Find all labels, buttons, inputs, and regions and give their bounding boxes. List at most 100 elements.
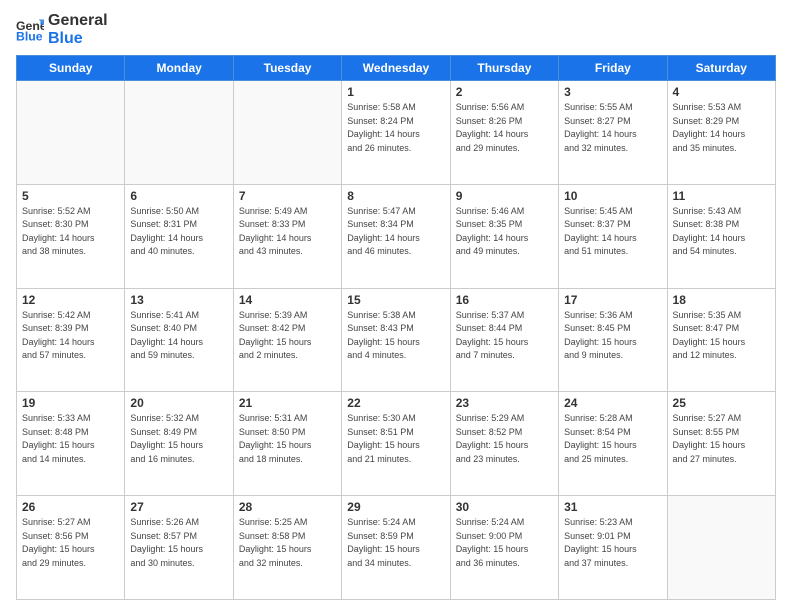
calendar-cell bbox=[667, 496, 775, 600]
day-number: 2 bbox=[456, 85, 553, 99]
day-info: Sunrise: 5:38 AM Sunset: 8:43 PM Dayligh… bbox=[347, 309, 444, 363]
day-number: 3 bbox=[564, 85, 661, 99]
day-number: 9 bbox=[456, 189, 553, 203]
day-info: Sunrise: 5:26 AM Sunset: 8:57 PM Dayligh… bbox=[130, 516, 227, 570]
day-number: 7 bbox=[239, 189, 336, 203]
weekday-header-friday: Friday bbox=[559, 56, 667, 81]
weekday-header-tuesday: Tuesday bbox=[233, 56, 341, 81]
day-number: 11 bbox=[673, 189, 770, 203]
weekday-header-wednesday: Wednesday bbox=[342, 56, 450, 81]
day-info: Sunrise: 5:50 AM Sunset: 8:31 PM Dayligh… bbox=[130, 205, 227, 259]
day-number: 6 bbox=[130, 189, 227, 203]
calendar-cell bbox=[125, 81, 233, 185]
calendar-cell: 16 Sunrise: 5:37 AM Sunset: 8:44 PM Dayli… bbox=[450, 288, 558, 392]
calendar-cell: 15Sunrise: 5:38 AM Sunset: 8:43 PM Dayli… bbox=[342, 288, 450, 392]
day-info: Sunrise: 5:39 AM Sunset: 8:42 PM Dayligh… bbox=[239, 309, 336, 363]
day-info: Sunrise: 5:37 AM Sunset: 8:44 PM Dayligh… bbox=[456, 309, 553, 363]
weekday-header-sunday: Sunday bbox=[17, 56, 125, 81]
day-number: 21 bbox=[239, 396, 336, 410]
day-info: Sunrise: 5:30 AM Sunset: 8:51 PM Dayligh… bbox=[347, 412, 444, 466]
day-number: 24 bbox=[564, 396, 661, 410]
week-row-5: 26Sunrise: 5:27 AM Sunset: 8:56 PM Dayli… bbox=[17, 496, 776, 600]
day-info: Sunrise: 5:27 AM Sunset: 8:55 PM Dayligh… bbox=[673, 412, 770, 466]
week-row-1: 1 Sunrise: 5:58 AM Sunset: 8:24 PM Daylig… bbox=[17, 81, 776, 185]
day-number: 26 bbox=[22, 500, 119, 514]
day-info: Sunrise: 5:42 AM Sunset: 8:39 PM Dayligh… bbox=[22, 309, 119, 363]
day-info: Sunrise: 5:29 AM Sunset: 8:52 PM Dayligh… bbox=[456, 412, 553, 466]
calendar-cell: 13 Sunrise: 5:41 AM Sunset: 8:40 PM Dayli… bbox=[125, 288, 233, 392]
day-number: 19 bbox=[22, 396, 119, 410]
calendar-cell: 1 Sunrise: 5:58 AM Sunset: 8:24 PM Daylig… bbox=[342, 81, 450, 185]
calendar-cell: 29Sunrise: 5:24 AM Sunset: 8:59 PM Dayli… bbox=[342, 496, 450, 600]
calendar-cell bbox=[233, 81, 341, 185]
calendar-cell: 25 Sunrise: 5:27 AM Sunset: 8:55 PM Dayli… bbox=[667, 392, 775, 496]
calendar-cell: 23 Sunrise: 5:29 AM Sunset: 8:52 PM Dayli… bbox=[450, 392, 558, 496]
day-info: Sunrise: 5:24 AM Sunset: 9:00 PM Dayligh… bbox=[456, 516, 553, 570]
calendar-cell: 19Sunrise: 5:33 AM Sunset: 8:48 PM Dayli… bbox=[17, 392, 125, 496]
calendar-cell: 2 Sunrise: 5:56 AM Sunset: 8:26 PM Daylig… bbox=[450, 81, 558, 185]
week-row-3: 12Sunrise: 5:42 AM Sunset: 8:39 PM Dayli… bbox=[17, 288, 776, 392]
calendar-cell: 9 Sunrise: 5:46 AM Sunset: 8:35 PM Daylig… bbox=[450, 184, 558, 288]
day-number: 23 bbox=[456, 396, 553, 410]
calendar-cell: 17Sunrise: 5:36 AM Sunset: 8:45 PM Dayli… bbox=[559, 288, 667, 392]
day-number: 27 bbox=[130, 500, 227, 514]
weekday-header-saturday: Saturday bbox=[667, 56, 775, 81]
day-info: Sunrise: 5:43 AM Sunset: 8:38 PM Dayligh… bbox=[673, 205, 770, 259]
day-info: Sunrise: 5:52 AM Sunset: 8:30 PM Dayligh… bbox=[22, 205, 119, 259]
day-info: Sunrise: 5:25 AM Sunset: 8:58 PM Dayligh… bbox=[239, 516, 336, 570]
day-number: 28 bbox=[239, 500, 336, 514]
day-info: Sunrise: 5:24 AM Sunset: 8:59 PM Dayligh… bbox=[347, 516, 444, 570]
day-number: 30 bbox=[456, 500, 553, 514]
calendar-cell: 27 Sunrise: 5:26 AM Sunset: 8:57 PM Dayli… bbox=[125, 496, 233, 600]
day-info: Sunrise: 5:49 AM Sunset: 8:33 PM Dayligh… bbox=[239, 205, 336, 259]
calendar-cell: 10 Sunrise: 5:45 AM Sunset: 8:37 PM Dayli… bbox=[559, 184, 667, 288]
day-info: Sunrise: 5:56 AM Sunset: 8:26 PM Dayligh… bbox=[456, 101, 553, 155]
logo-blue: Blue bbox=[48, 30, 108, 48]
day-number: 18 bbox=[673, 293, 770, 307]
day-info: Sunrise: 5:32 AM Sunset: 8:49 PM Dayligh… bbox=[130, 412, 227, 466]
logo: General Blue General Blue bbox=[16, 12, 108, 47]
calendar-cell: 26Sunrise: 5:27 AM Sunset: 8:56 PM Dayli… bbox=[17, 496, 125, 600]
week-row-4: 19Sunrise: 5:33 AM Sunset: 8:48 PM Dayli… bbox=[17, 392, 776, 496]
weekday-header-monday: Monday bbox=[125, 56, 233, 81]
logo-icon: General Blue bbox=[16, 16, 44, 44]
day-number: 20 bbox=[130, 396, 227, 410]
day-number: 5 bbox=[22, 189, 119, 203]
calendar-cell: 7 Sunrise: 5:49 AM Sunset: 8:33 PM Daylig… bbox=[233, 184, 341, 288]
day-info: Sunrise: 5:28 AM Sunset: 8:54 PM Dayligh… bbox=[564, 412, 661, 466]
day-info: Sunrise: 5:45 AM Sunset: 8:37 PM Dayligh… bbox=[564, 205, 661, 259]
day-number: 1 bbox=[347, 85, 444, 99]
week-row-2: 5 Sunrise: 5:52 AM Sunset: 8:30 PM Daylig… bbox=[17, 184, 776, 288]
calendar-cell: 28 Sunrise: 5:25 AM Sunset: 8:58 PM Dayli… bbox=[233, 496, 341, 600]
day-number: 14 bbox=[239, 293, 336, 307]
day-number: 31 bbox=[564, 500, 661, 514]
day-number: 4 bbox=[673, 85, 770, 99]
calendar-cell: 18 Sunrise: 5:35 AM Sunset: 8:47 PM Dayli… bbox=[667, 288, 775, 392]
page: General Blue General Blue SundayMondayTu… bbox=[0, 0, 792, 612]
day-info: Sunrise: 5:35 AM Sunset: 8:47 PM Dayligh… bbox=[673, 309, 770, 363]
calendar-cell: 22Sunrise: 5:30 AM Sunset: 8:51 PM Dayli… bbox=[342, 392, 450, 496]
day-info: Sunrise: 5:47 AM Sunset: 8:34 PM Dayligh… bbox=[347, 205, 444, 259]
calendar-cell: 12Sunrise: 5:42 AM Sunset: 8:39 PM Dayli… bbox=[17, 288, 125, 392]
day-info: Sunrise: 5:36 AM Sunset: 8:45 PM Dayligh… bbox=[564, 309, 661, 363]
calendar-cell: 6 Sunrise: 5:50 AM Sunset: 8:31 PM Daylig… bbox=[125, 184, 233, 288]
calendar-cell: 31Sunrise: 5:23 AM Sunset: 9:01 PM Dayli… bbox=[559, 496, 667, 600]
day-info: Sunrise: 5:31 AM Sunset: 8:50 PM Dayligh… bbox=[239, 412, 336, 466]
calendar-cell: 4 Sunrise: 5:53 AM Sunset: 8:29 PM Daylig… bbox=[667, 81, 775, 185]
svg-text:Blue: Blue bbox=[16, 29, 43, 43]
day-info: Sunrise: 5:55 AM Sunset: 8:27 PM Dayligh… bbox=[564, 101, 661, 155]
calendar-cell: 21 Sunrise: 5:31 AM Sunset: 8:50 PM Dayli… bbox=[233, 392, 341, 496]
day-number: 25 bbox=[673, 396, 770, 410]
calendar-cell: 11 Sunrise: 5:43 AM Sunset: 8:38 PM Dayli… bbox=[667, 184, 775, 288]
day-info: Sunrise: 5:46 AM Sunset: 8:35 PM Dayligh… bbox=[456, 205, 553, 259]
day-info: Sunrise: 5:58 AM Sunset: 8:24 PM Dayligh… bbox=[347, 101, 444, 155]
calendar-cell: 24 Sunrise: 5:28 AM Sunset: 8:54 PM Dayli… bbox=[559, 392, 667, 496]
logo-general: General bbox=[48, 12, 108, 30]
day-number: 10 bbox=[564, 189, 661, 203]
day-info: Sunrise: 5:41 AM Sunset: 8:40 PM Dayligh… bbox=[130, 309, 227, 363]
day-number: 16 bbox=[456, 293, 553, 307]
day-number: 13 bbox=[130, 293, 227, 307]
calendar-cell: 14 Sunrise: 5:39 AM Sunset: 8:42 PM Dayli… bbox=[233, 288, 341, 392]
weekday-header-thursday: Thursday bbox=[450, 56, 558, 81]
day-info: Sunrise: 5:53 AM Sunset: 8:29 PM Dayligh… bbox=[673, 101, 770, 155]
